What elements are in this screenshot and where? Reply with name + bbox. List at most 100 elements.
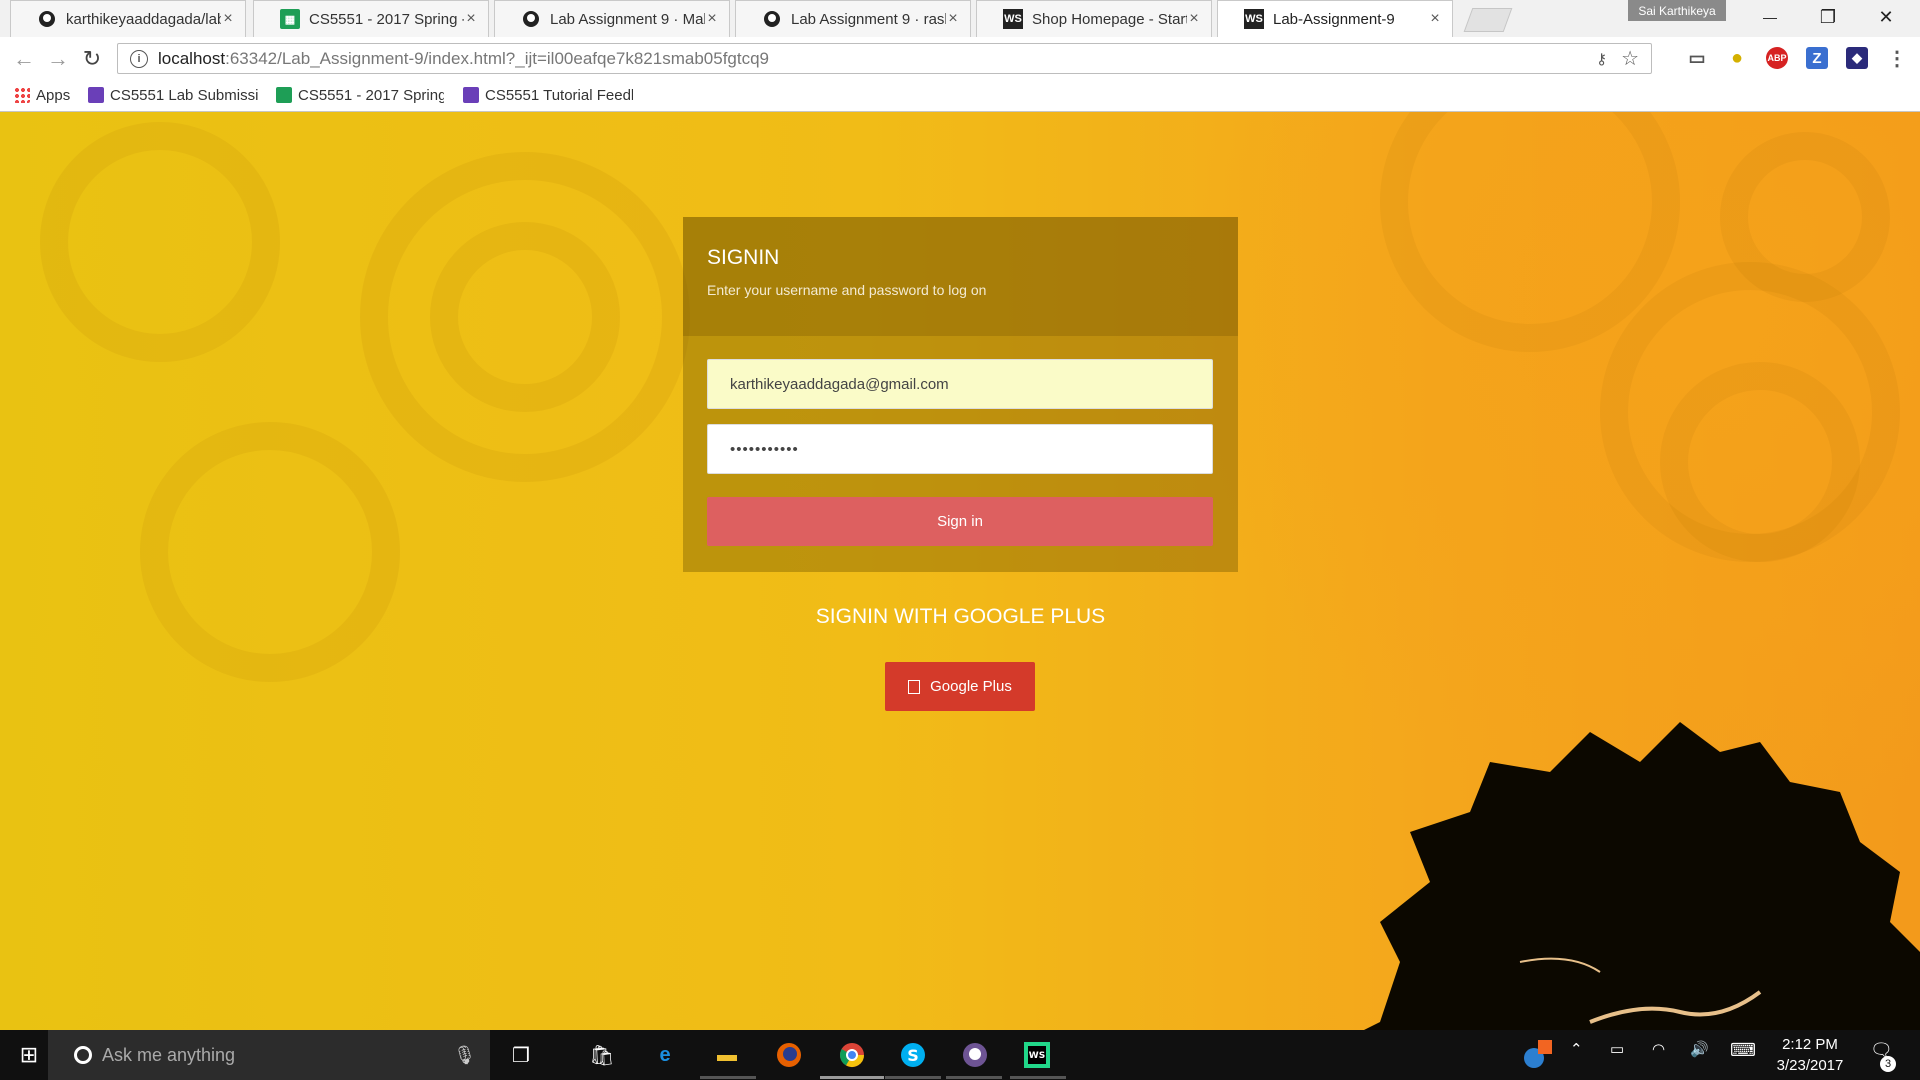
- signin-panel-header: SIGNIN Enter your username and password …: [683, 217, 1238, 336]
- bookmark-label: CS5551 - 2017 Spring: [298, 86, 444, 104]
- username-input[interactable]: karthikeyaaddagada@gmail.com: [707, 359, 1213, 409]
- browser-tab[interactable]: Lab Assignment 9 · rashm ×: [735, 0, 971, 37]
- cortana-search-box[interactable]: Ask me anything 🎙: [48, 1030, 490, 1080]
- cortana-icon: [74, 1046, 92, 1064]
- tab-close-icon[interactable]: ×: [946, 10, 960, 28]
- google-sheets-icon: ▦: [280, 9, 300, 29]
- apps-grid-icon: [14, 87, 30, 103]
- signin-button[interactable]: Sign in: [707, 497, 1213, 546]
- file-explorer-icon[interactable]: ▬: [710, 1038, 744, 1072]
- address-bar[interactable]: i localhost:63342/Lab_Assignment-9/index…: [117, 43, 1652, 74]
- forward-icon[interactable]: →: [46, 46, 70, 71]
- tab-close-icon[interactable]: ×: [1428, 10, 1442, 28]
- tab-title: CS5551 - 2017 Spring - G: [309, 10, 464, 28]
- tab-title: Lab Assignment 9 · Malin: [550, 10, 705, 28]
- minimize-button[interactable]: —: [1742, 0, 1798, 34]
- bookmark-item[interactable]: CS5551 - 2017 Spring: [276, 84, 444, 106]
- tab-title: Lab Assignment 9 · rashm: [791, 10, 946, 28]
- bookmark-item[interactable]: CS5551 Tutorial Feedl: [463, 84, 633, 106]
- chrome-icon[interactable]: [835, 1038, 869, 1072]
- bookmark-item[interactable]: CS5551 Lab Submissic: [88, 84, 258, 106]
- info-icon[interactable]: i: [130, 49, 148, 68]
- adblock-plus-icon[interactable]: ABP: [1766, 47, 1788, 69]
- github-desktop-icon[interactable]: [958, 1038, 992, 1072]
- url-path: :63342/Lab_Assignment-9/index.html?_ijt=…: [225, 48, 770, 68]
- password-input[interactable]: •••••••••••: [707, 424, 1213, 474]
- clock-time: 2:12 PM: [1782, 1036, 1838, 1053]
- webstorm-icon: WS: [1003, 9, 1023, 29]
- svg-text:S: S: [907, 1046, 919, 1065]
- task-view-icon[interactable]: ❐: [504, 1038, 538, 1072]
- back-icon[interactable]: ←: [12, 46, 36, 71]
- google-plus-label: Google Plus: [930, 678, 1012, 695]
- tab-close-icon[interactable]: ×: [1187, 10, 1201, 28]
- browser-tab-active[interactable]: WS Lab-Assignment-9 ×: [1217, 0, 1453, 37]
- firefox-icon[interactable]: [772, 1038, 806, 1072]
- close-window-button[interactable]: ✕: [1858, 0, 1914, 34]
- clock-date: 3/23/2017: [1776, 1057, 1844, 1074]
- github-icon: [762, 9, 782, 29]
- svg-text:WS: WS: [1029, 1051, 1045, 1061]
- webstorm-icon[interactable]: WS: [1020, 1038, 1054, 1072]
- bookmark-apps[interactable]: Apps: [14, 84, 80, 106]
- tab-title: karthikeyaaddagada/lab-: [66, 10, 221, 28]
- skype-icon[interactable]: S: [896, 1038, 930, 1072]
- browser-tab[interactable]: WS Shop Homepage - Start B ×: [976, 0, 1212, 37]
- taskbar-active-indicator: [946, 1076, 1002, 1079]
- signin-panel: SIGNIN Enter your username and password …: [683, 217, 1238, 572]
- tab-title: Lab-Assignment-9: [1273, 10, 1395, 28]
- decorative-circle: [1720, 132, 1890, 302]
- bookmark-star-icon[interactable]: ☆: [1621, 46, 1639, 71]
- restore-button[interactable]: ❐: [1800, 0, 1856, 34]
- google-signin-heading: SIGNIN WITH GOOGLE PLUS: [815, 605, 1106, 628]
- taskbar-active-indicator: [885, 1076, 941, 1079]
- signin-title: SIGNIN: [707, 246, 780, 269]
- zotero-icon[interactable]: Z: [1806, 47, 1828, 69]
- google-forms-icon: [88, 87, 104, 103]
- google-plus-icon: [908, 679, 921, 694]
- reload-icon[interactable]: ↻: [80, 46, 104, 71]
- github-icon: [37, 9, 57, 29]
- profile-button[interactable]: Sai Karthikeya: [1628, 0, 1726, 21]
- page-background: SIGNIN Enter your username and password …: [0, 112, 1920, 1030]
- extension-icon[interactable]: ◆: [1846, 47, 1868, 69]
- browser-tab[interactable]: karthikeyaaddagada/lab- ×: [10, 0, 246, 37]
- new-tab-button[interactable]: [1463, 8, 1513, 32]
- taskbar-active-indicator: [820, 1076, 884, 1079]
- tab-close-icon[interactable]: ×: [705, 10, 719, 28]
- google-forms-icon: [463, 87, 479, 103]
- taskbar-active-indicator: [1010, 1076, 1066, 1079]
- tree-silhouette-image: [1364, 722, 1920, 1030]
- url-text[interactable]: localhost:63342/Lab_Assignment-9/index.h…: [158, 49, 1596, 69]
- windows-start-icon[interactable]: ⊞: [12, 1038, 46, 1072]
- cast-icon[interactable]: ▭: [1686, 47, 1708, 69]
- edge-icon[interactable]: e: [648, 1038, 682, 1072]
- bookmark-label: CS5551 Lab Submissic: [110, 86, 258, 104]
- store-icon[interactable]: 🛍: [585, 1038, 619, 1072]
- tab-title: Shop Homepage - Start B: [1032, 10, 1187, 28]
- browser-tab[interactable]: Lab Assignment 9 · Malin ×: [494, 0, 730, 37]
- browser-tab-strip: karthikeyaaddagada/lab- × ▦ CS5551 - 201…: [0, 0, 1920, 37]
- show-hidden-icons[interactable]: ⌃: [1570, 1040, 1583, 1058]
- tab-close-icon[interactable]: ×: [221, 10, 235, 28]
- search-placeholder: Ask me anything: [102, 1044, 236, 1065]
- battery-icon[interactable]: ▭: [1610, 1040, 1624, 1058]
- taskbar-active-indicator: [700, 1076, 756, 1079]
- webstorm-icon: WS: [1244, 9, 1264, 29]
- menu-icon[interactable]: ⋮: [1886, 47, 1908, 70]
- browser-tab[interactable]: ▦ CS5551 - 2017 Spring - G ×: [253, 0, 489, 37]
- notification-count-badge: 3: [1880, 1056, 1896, 1072]
- microphone-icon[interactable]: 🎙: [453, 1045, 476, 1066]
- lightbulb-extension-icon[interactable]: ●: [1726, 47, 1748, 69]
- tab-close-icon[interactable]: ×: [464, 10, 478, 28]
- google-plus-button[interactable]: Google Plus: [885, 662, 1035, 711]
- github-icon: [521, 9, 541, 29]
- notification-app-icon[interactable]: [1522, 1036, 1556, 1074]
- decorative-circle: [140, 422, 400, 682]
- signin-subtitle: Enter your username and password to log …: [707, 282, 987, 298]
- volume-icon[interactable]: 🔊: [1690, 1040, 1709, 1058]
- key-icon[interactable]: ⚷: [1596, 50, 1607, 68]
- keyboard-icon[interactable]: ⌨: [1730, 1040, 1756, 1061]
- wifi-icon[interactable]: ◠: [1652, 1040, 1665, 1058]
- taskbar-clock[interactable]: 2:12 PM 3/23/2017: [1762, 1034, 1858, 1076]
